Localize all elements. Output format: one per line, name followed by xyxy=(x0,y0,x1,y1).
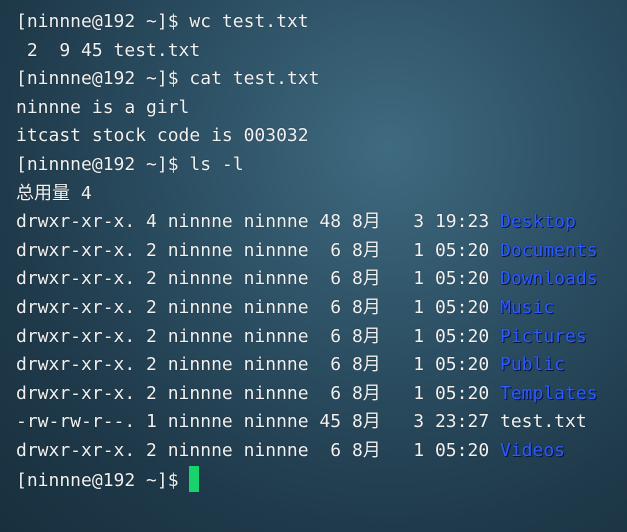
listing-row-music: drwxr-xr-x. 2 ninnne ninnne 6 8月 1 05:20… xyxy=(16,294,627,323)
terminal-line-2: 2 9 45 test.txt xyxy=(16,37,627,66)
output-text: itcast stock code is 003032 xyxy=(16,125,309,147)
terminal-line-7: 总用量 4 xyxy=(16,180,627,209)
directory-name: Public xyxy=(500,354,566,376)
terminal-line-3: [ninnne@192 ~]$ cat test.txt xyxy=(16,65,627,94)
file-meta: drwxr-xr-x. 2 ninnne ninnne 6 8月 1 05:20 xyxy=(16,296,490,318)
terminal-line-4: ninnne is a girl xyxy=(16,94,627,123)
shell-prompt: [ninnne@192 ~]$ xyxy=(16,11,179,32)
terminal-window[interactable]: [ninnne@192 ~]$ wc test.txt 2 9 45 test.… xyxy=(0,0,627,532)
file-meta: drwxr-xr-x. 2 ninnne ninnne 6 8月 1 05:20 xyxy=(16,439,490,461)
listing-row-desktop: drwxr-xr-x. 4 ninnne ninnne 48 8月 3 19:2… xyxy=(16,208,627,237)
terminal-input-line[interactable]: [ninnne@192 ~]$ xyxy=(16,465,627,495)
listing-row-public: drwxr-xr-x. 2 ninnne ninnne 6 8月 1 05:20… xyxy=(16,351,627,380)
listing-row-videos: drwxr-xr-x. 2 ninnne ninnne 6 8月 1 05:20… xyxy=(16,437,627,466)
directory-name: Videos xyxy=(500,439,566,461)
text-cursor[interactable] xyxy=(188,465,199,492)
listing-row-downloads: drwxr-xr-x. 2 ninnne ninnne 6 8月 1 05:20… xyxy=(16,265,627,294)
file-meta: drwxr-xr-x. 2 ninnne ninnne 6 8月 1 05:20 xyxy=(16,325,490,347)
file-name: test.txt xyxy=(500,411,587,433)
file-meta: drwxr-xr-x. 2 ninnne ninnne 6 8月 1 05:20 xyxy=(16,382,490,404)
terminal-line-5: itcast stock code is 003032 xyxy=(16,122,627,151)
directory-name: Music xyxy=(500,296,555,318)
listing-row-templates: drwxr-xr-x. 2 ninnne ninnne 6 8月 1 05:20… xyxy=(16,380,627,409)
command-text: cat test.txt xyxy=(189,68,320,90)
directory-name: Downloads xyxy=(500,268,598,290)
command-text: wc test.txt xyxy=(189,11,309,32)
listing-row-pictures: drwxr-xr-x. 2 ninnne ninnne 6 8月 1 05:20… xyxy=(16,323,627,352)
output-text: 2 9 45 test.txt xyxy=(16,39,201,61)
output-text: ninnne is a girl xyxy=(16,96,190,118)
listing-row-test-txt: -rw-rw-r--. 1 ninnne ninnne 45 8月 3 23:2… xyxy=(16,408,627,437)
directory-name: Templates xyxy=(500,382,598,404)
file-meta: drwxr-xr-x. 4 ninnne ninnne 48 8月 3 19:2… xyxy=(16,211,490,233)
directory-name: Desktop xyxy=(500,211,576,233)
file-meta: -rw-rw-r--. 1 ninnne ninnne 45 8月 3 23:2… xyxy=(16,411,490,433)
listing-row-documents: drwxr-xr-x. 2 ninnne ninnne 6 8月 1 05:20… xyxy=(16,237,627,266)
output-text: 总用量 4 xyxy=(16,182,92,204)
directory-name: Pictures xyxy=(500,325,587,347)
file-meta: drwxr-xr-x. 2 ninnne ninnne 6 8月 1 05:20 xyxy=(16,239,490,261)
terminal-line-6: [ninnne@192 ~]$ ls -l xyxy=(16,151,627,180)
shell-prompt: [ninnne@192 ~]$ xyxy=(16,68,179,90)
command-text: ls -l xyxy=(189,153,244,175)
file-meta: drwxr-xr-x. 2 ninnne ninnne 6 8月 1 05:20 xyxy=(16,354,490,376)
shell-prompt: [ninnne@192 ~]$ xyxy=(16,153,179,175)
terminal-line-1: [ninnne@192 ~]$ wc test.txt xyxy=(16,8,627,37)
shell-prompt: [ninnne@192 ~]$ xyxy=(16,469,179,491)
file-meta: drwxr-xr-x. 2 ninnne ninnne 6 8月 1 05:20 xyxy=(16,268,490,290)
directory-name: Documents xyxy=(500,239,598,261)
